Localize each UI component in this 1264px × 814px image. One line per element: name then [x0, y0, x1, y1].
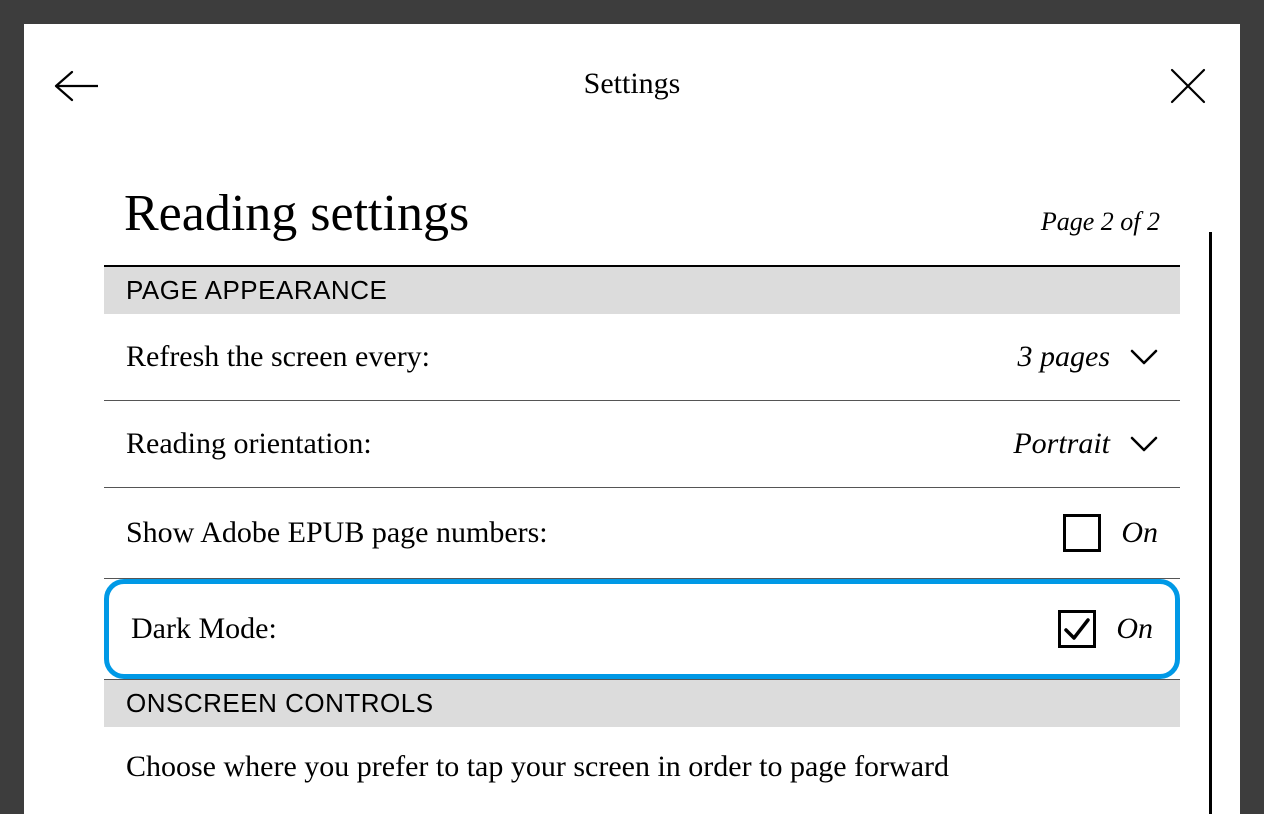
darkmode-state: On: [1116, 612, 1153, 646]
row-epub[interactable]: Show Adobe EPUB page numbers: On: [104, 488, 1180, 579]
page-indicator: Page 2 of 2: [1041, 207, 1160, 237]
close-button[interactable]: [1164, 62, 1212, 110]
page-heading: Reading settings: [124, 184, 469, 243]
close-icon: [1170, 68, 1206, 104]
topbar: Settings: [24, 24, 1240, 144]
refresh-value-text: 3 pages: [1018, 340, 1111, 374]
row-darkmode[interactable]: Dark Mode: On: [109, 584, 1175, 674]
epub-state: On: [1121, 516, 1158, 550]
chevron-down-icon: [1130, 435, 1158, 453]
darkmode-value: On: [1058, 610, 1153, 648]
heading-row: Reading settings Page 2 of 2: [104, 144, 1180, 265]
section-header-controls: ONSCREEN CONTROLS: [104, 680, 1180, 727]
orientation-value: Portrait: [1013, 427, 1158, 461]
row-darkmode-highlight: Dark Mode: On: [104, 579, 1180, 679]
scrollbar[interactable]: [1209, 232, 1212, 814]
refresh-label: Refresh the screen every:: [126, 340, 430, 374]
arrow-left-icon: [54, 70, 98, 102]
darkmode-label: Dark Mode:: [131, 612, 277, 646]
refresh-value: 3 pages: [1018, 340, 1159, 374]
orientation-value-text: Portrait: [1013, 427, 1110, 461]
section-appearance: PAGE APPEARANCE Refresh the screen every…: [104, 265, 1180, 786]
section-controls: ONSCREEN CONTROLS Choose where you prefe…: [104, 679, 1180, 786]
epub-label: Show Adobe EPUB page numbers:: [126, 516, 548, 550]
controls-description: Choose where you prefer to tap your scre…: [104, 727, 1180, 786]
orientation-label: Reading orientation:: [126, 427, 372, 461]
settings-panel: Settings Reading settings Page 2 of 2 PA…: [24, 24, 1240, 814]
epub-value: On: [1063, 514, 1158, 552]
topbar-title: Settings: [584, 67, 681, 101]
row-orientation[interactable]: Reading orientation: Portrait: [104, 401, 1180, 488]
chevron-down-icon: [1130, 348, 1158, 366]
row-refresh[interactable]: Refresh the screen every: 3 pages: [104, 314, 1180, 401]
check-icon: [1063, 615, 1091, 643]
section-header-appearance: PAGE APPEARANCE: [104, 267, 1180, 314]
epub-checkbox[interactable]: [1063, 514, 1101, 552]
darkmode-checkbox[interactable]: [1058, 610, 1096, 648]
back-button[interactable]: [52, 62, 100, 110]
content: Reading settings Page 2 of 2 PAGE APPEAR…: [24, 144, 1240, 786]
